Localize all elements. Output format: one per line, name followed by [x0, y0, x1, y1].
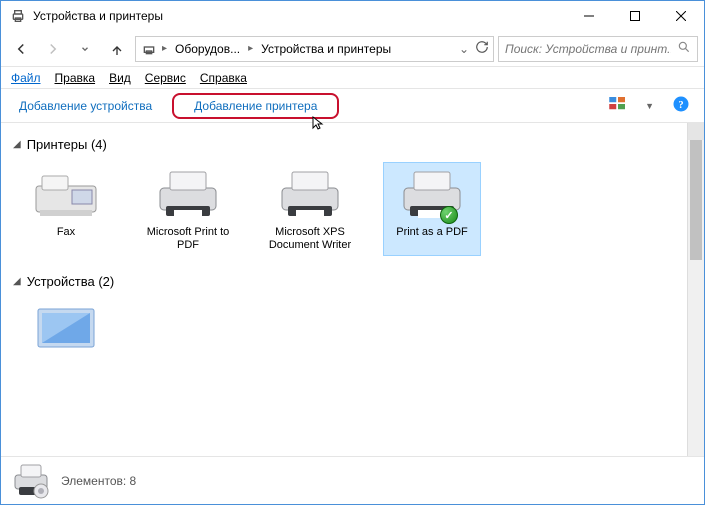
caret-down-icon: ◢: [13, 139, 21, 150]
devices-list: [17, 299, 675, 363]
add-printer-button[interactable]: Добавление принтера: [172, 93, 339, 119]
group-header-printers[interactable]: ◢ Принтеры (4): [13, 137, 675, 152]
breadcrumb[interactable]: ▸ Оборудов... ▸ Устройства и принтеры ⌄: [135, 36, 494, 62]
content: ◢ Принтеры (4) Fax: [1, 123, 687, 456]
device-item-fax[interactable]: Fax: [17, 162, 115, 256]
menu-file[interactable]: Файл: [11, 71, 41, 85]
window-title: Устройства и принтеры: [33, 9, 163, 23]
scrollbar-thumb[interactable]: [690, 140, 702, 260]
refresh-icon[interactable]: [475, 40, 489, 57]
help-icon[interactable]: ?: [672, 95, 690, 116]
group-title-printers: Принтеры: [27, 137, 88, 152]
menu-edit[interactable]: Правка: [55, 71, 96, 85]
history-dropdown[interactable]: [71, 35, 99, 63]
printers-list: Fax Microsoft Print to PDF: [17, 162, 675, 256]
toolbar: Добавление устройства Добавление принтер…: [1, 89, 704, 123]
breadcrumb-seg-1[interactable]: Устройства и принтеры: [257, 40, 395, 58]
chevron-down-icon[interactable]: ▼: [645, 101, 654, 111]
titlebar: Устройства и принтеры: [1, 1, 704, 31]
monitor-icon: [30, 303, 102, 359]
status-text: Элементов: 8: [61, 474, 136, 488]
search-icon[interactable]: [677, 40, 691, 57]
menu-tools[interactable]: Сервис: [145, 71, 186, 85]
search-input[interactable]: [505, 42, 671, 56]
device-label: Print as a PDF: [396, 226, 468, 239]
device-item-monitor[interactable]: [17, 299, 115, 363]
view-options-icon[interactable]: [609, 97, 627, 114]
default-check-icon: ✓: [440, 206, 458, 224]
fax-icon: [30, 166, 102, 222]
menubar: Файл Правка Вид Сервис Справка: [1, 67, 704, 89]
printer-small-icon: [9, 7, 27, 25]
close-button[interactable]: [658, 1, 704, 31]
menu-help[interactable]: Справка: [200, 71, 247, 85]
device-item-ms-print-pdf[interactable]: Microsoft Print to PDF: [139, 162, 237, 256]
device-item-ms-xps[interactable]: Microsoft XPS Document Writer: [261, 162, 359, 256]
caret-down-icon: ◢: [13, 276, 21, 287]
device-label: Microsoft Print to PDF: [143, 226, 233, 252]
device-item-print-as-pdf[interactable]: ✓ Print as a PDF: [383, 162, 481, 256]
forward-button[interactable]: [39, 35, 67, 63]
add-device-button[interactable]: Добавление устройства: [9, 95, 162, 117]
navbar: ▸ Оборудов... ▸ Устройства и принтеры ⌄: [1, 31, 704, 67]
vertical-scrollbar[interactable]: [687, 123, 704, 456]
minimize-button[interactable]: [566, 1, 612, 31]
chevron-down-icon[interactable]: ⌄: [459, 42, 469, 56]
printer-icon: ✓: [396, 166, 468, 222]
status-printer-icon: [11, 461, 51, 501]
chevron-right-icon: ▸: [162, 43, 167, 54]
printer-icon: [274, 166, 346, 222]
group-count-printers: (4): [91, 137, 107, 152]
devices-icon: [140, 40, 158, 58]
chevron-right-icon: ▸: [248, 43, 253, 54]
svg-text:?: ?: [678, 100, 683, 111]
group-title-devices: Устройства: [27, 274, 95, 289]
window: Устройства и принтеры: [0, 0, 705, 505]
back-button[interactable]: [7, 35, 35, 63]
group-count-devices: (2): [98, 274, 114, 289]
content-wrap: ◢ Принтеры (4) Fax: [1, 123, 704, 456]
up-button[interactable]: [103, 35, 131, 63]
search-box[interactable]: [498, 36, 698, 62]
printer-icon: [152, 166, 224, 222]
group-header-devices[interactable]: ◢ Устройства (2): [13, 274, 675, 289]
device-label: Fax: [57, 226, 75, 239]
maximize-button[interactable]: [612, 1, 658, 31]
breadcrumb-seg-0[interactable]: Оборудов...: [171, 40, 244, 58]
device-label: Microsoft XPS Document Writer: [265, 226, 355, 252]
menu-view[interactable]: Вид: [109, 71, 131, 85]
statusbar: Элементов: 8: [1, 456, 704, 504]
